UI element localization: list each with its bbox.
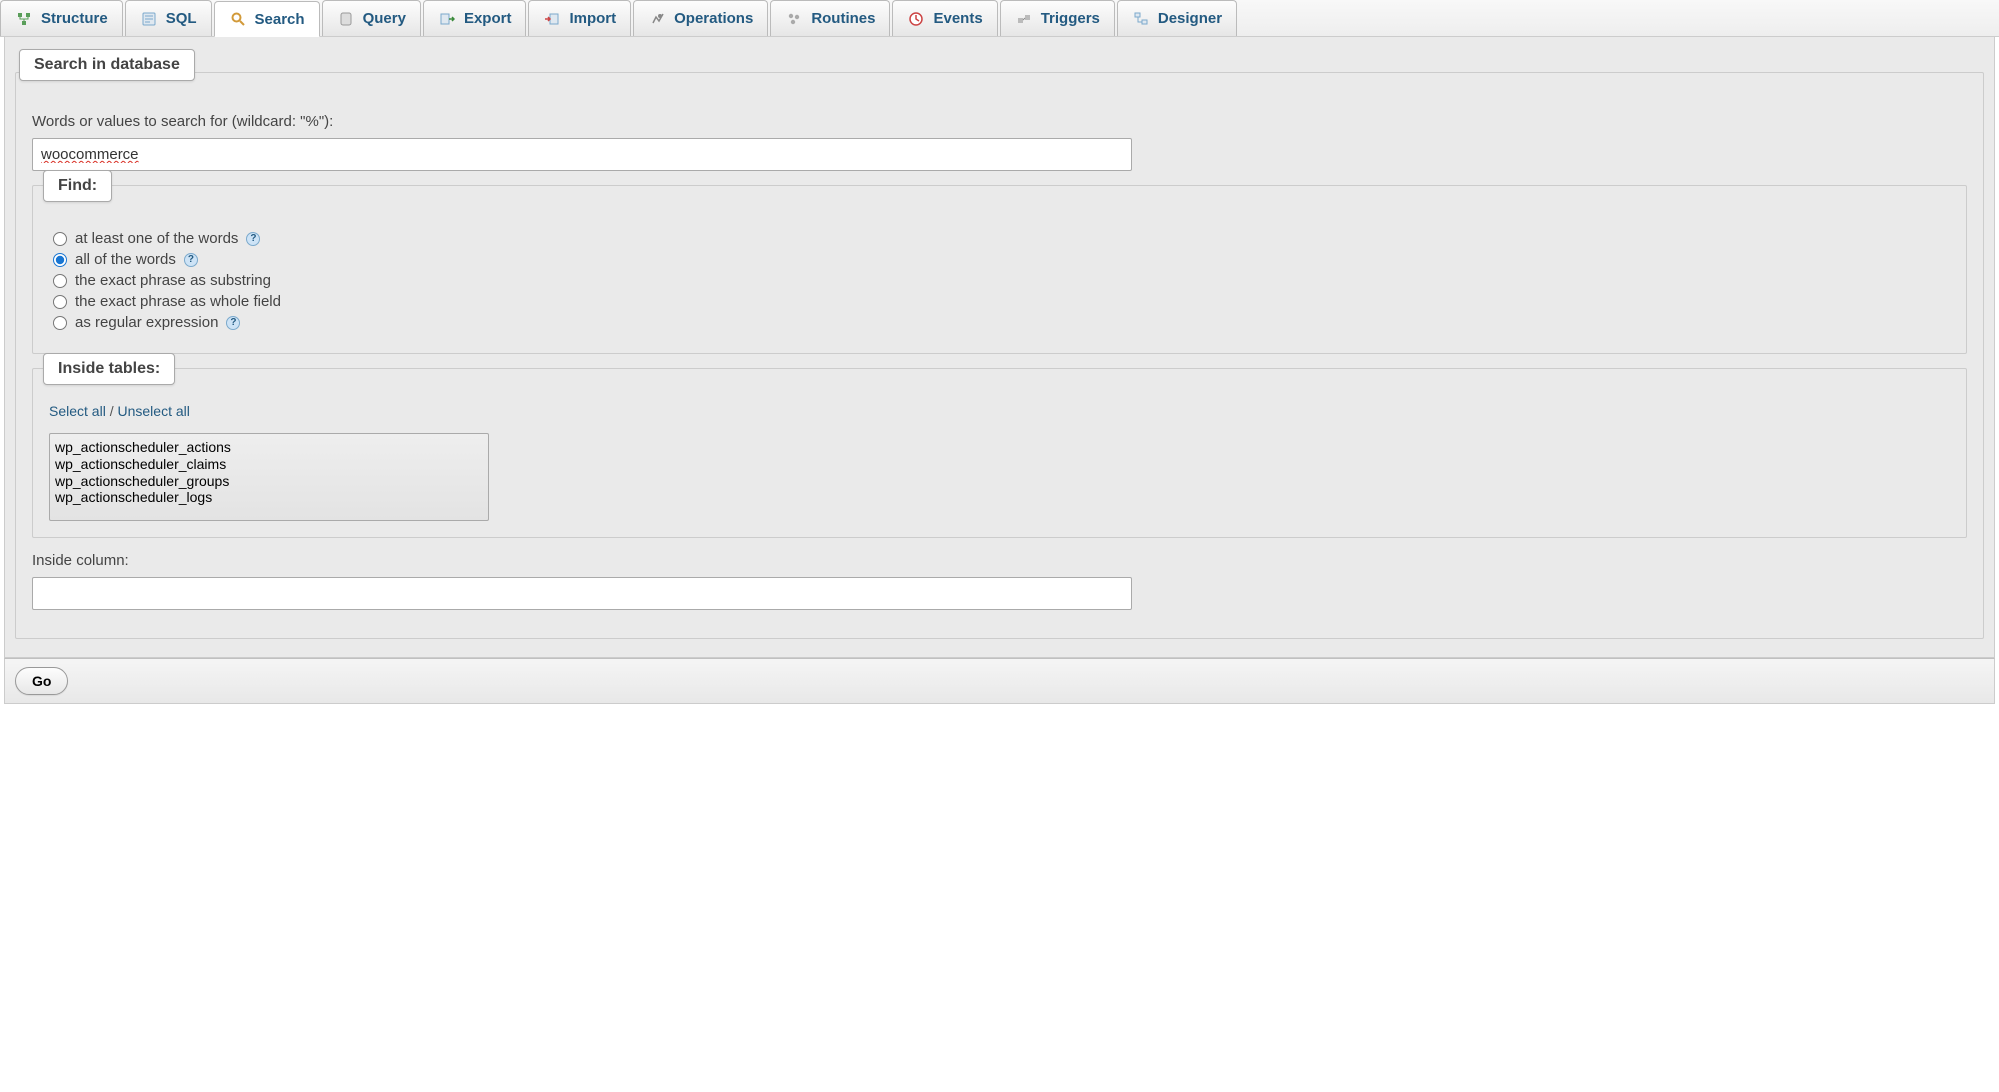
find-option[interactable]: the exact phrase as substring: [53, 272, 1946, 289]
find-radio[interactable]: [53, 253, 67, 267]
tab-label: Triggers: [1041, 10, 1100, 27]
tab-operations[interactable]: Operations: [633, 0, 768, 36]
inside-tables-fieldset: Inside tables: Select all / Unselect all…: [32, 368, 1967, 538]
designer-icon: [1132, 10, 1150, 28]
find-option[interactable]: as regular expression?: [53, 314, 1946, 331]
export-icon: [438, 10, 456, 28]
find-radio[interactable]: [53, 316, 67, 330]
find-radio[interactable]: [53, 232, 67, 246]
tab-label: Structure: [41, 10, 108, 27]
tab-label: Events: [933, 10, 982, 27]
inside-column-label: Inside column:: [32, 552, 1967, 569]
tab-query[interactable]: Query: [322, 0, 421, 36]
go-button[interactable]: Go: [15, 667, 68, 695]
tab-sql[interactable]: SQL: [125, 0, 212, 36]
find-option-label: the exact phrase as substring: [75, 272, 271, 289]
find-legend: Find:: [43, 170, 112, 202]
tab-triggers[interactable]: Triggers: [1000, 0, 1115, 36]
tab-structure[interactable]: Structure: [0, 0, 123, 36]
find-radio[interactable]: [53, 295, 67, 309]
tab-routines[interactable]: Routines: [770, 0, 890, 36]
tab-events[interactable]: Events: [892, 0, 997, 36]
tab-export[interactable]: Export: [423, 0, 527, 36]
help-icon[interactable]: ?: [184, 253, 198, 267]
tab-label: Search: [255, 11, 305, 28]
find-option[interactable]: the exact phrase as whole field: [53, 293, 1946, 310]
tab-label: Routines: [811, 10, 875, 27]
tables-multiselect[interactable]: wp_actionscheduler_actionswp_actionsched…: [49, 433, 489, 521]
operations-icon: [648, 10, 666, 28]
search-icon: [229, 10, 247, 28]
panel-title: Search in database: [19, 49, 195, 81]
select-all-row: Select all / Unselect all: [49, 403, 1950, 419]
search-input[interactable]: [32, 138, 1132, 171]
help-icon[interactable]: ?: [226, 316, 240, 330]
inside-column-input[interactable]: [32, 577, 1132, 610]
select-all-link[interactable]: Select all: [49, 403, 106, 419]
tab-search[interactable]: Search: [214, 1, 320, 37]
find-fieldset: Find: at least one of the words?all of t…: [32, 185, 1967, 354]
table-option[interactable]: wp_actionscheduler_actions: [55, 439, 483, 456]
tab-import[interactable]: Import: [528, 0, 631, 36]
routines-icon: [785, 10, 803, 28]
footer-bar: Go: [4, 658, 1995, 704]
find-option-label: the exact phrase as whole field: [75, 293, 281, 310]
find-option-label: as regular expression: [75, 314, 218, 331]
sql-icon: [140, 10, 158, 28]
tab-label: Export: [464, 10, 512, 27]
find-radio-group: at least one of the words?all of the wor…: [49, 220, 1950, 337]
select-separator: /: [106, 403, 118, 419]
search-panel: Search in database Words or values to se…: [4, 37, 1995, 658]
find-radio[interactable]: [53, 274, 67, 288]
tab-label: Operations: [674, 10, 753, 27]
help-icon[interactable]: ?: [246, 232, 260, 246]
table-option[interactable]: wp_actionscheduler_claims: [55, 456, 483, 473]
inside-tables-legend: Inside tables:: [43, 353, 175, 385]
import-icon: [543, 10, 561, 28]
query-icon: [337, 10, 355, 28]
find-option-label: at least one of the words: [75, 230, 238, 247]
table-option[interactable]: wp_actionscheduler_groups: [55, 473, 483, 490]
tab-label: Query: [363, 10, 406, 27]
tab-label: Designer: [1158, 10, 1222, 27]
structure-icon: [15, 10, 33, 28]
search-label: Words or values to search for (wildcard:…: [32, 113, 1967, 130]
top-tabs: Structure SQL Search Query Export Import Opera…: [0, 0, 1999, 37]
tab-label: Import: [569, 10, 616, 27]
triggers-icon: [1015, 10, 1033, 28]
search-form: Words or values to search for (wildcard:…: [15, 72, 1984, 639]
tab-designer[interactable]: Designer: [1117, 0, 1237, 36]
find-option[interactable]: at least one of the words?: [53, 230, 1946, 247]
unselect-all-link[interactable]: Unselect all: [117, 403, 189, 419]
find-option-label: all of the words: [75, 251, 176, 268]
table-option[interactable]: wp_actionscheduler_logs: [55, 489, 483, 506]
tab-label: SQL: [166, 10, 197, 27]
find-option[interactable]: all of the words?: [53, 251, 1946, 268]
events-icon: [907, 10, 925, 28]
